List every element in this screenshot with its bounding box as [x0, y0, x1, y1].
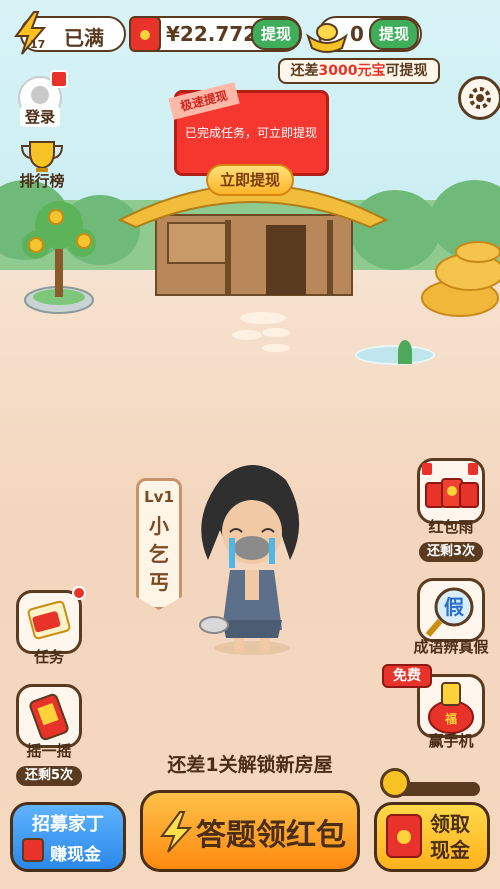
trophy-icon[interactable] [20, 140, 64, 174]
red-envelope-stack-icon [422, 463, 479, 508]
balance-withdraw-button[interactable]: 提现 [251, 18, 301, 50]
hint-prefix: 还差 [290, 63, 319, 79]
red-rain-remaining: 还剩3次 [419, 542, 483, 562]
popup-message: 已完成任务，可立即提现 [184, 126, 317, 140]
red-envelope-rain-button[interactable] [417, 458, 485, 524]
ingot-count: 0 [350, 22, 364, 46]
recruit-label: 招募家丁 [32, 814, 104, 835]
settings-button[interactable] [458, 76, 500, 120]
task-label[interactable]: 任务 [16, 646, 82, 667]
red-envelope-icon [129, 16, 161, 52]
answer-label: 答题领红包 [196, 818, 346, 853]
red-envelope-icon [22, 838, 44, 862]
login-label[interactable]: 登录 [20, 106, 60, 127]
notification-badge [50, 70, 68, 88]
unlock-hint: 还差1关解锁新房屋 [167, 754, 333, 776]
lightning-icon [160, 811, 192, 853]
magnifier-icon: 假 [425, 587, 474, 637]
free-badge: 免费 [382, 664, 432, 688]
money-tree[interactable] [14, 195, 104, 320]
hint-suffix: 可提现 [385, 63, 428, 79]
gear-icon [469, 87, 491, 109]
path-stone [232, 330, 262, 340]
fu-char: 福 [444, 711, 457, 726]
hint-amount: 3000元宝 [318, 63, 386, 79]
phone-shake-icon [29, 693, 69, 741]
shake-remaining: 还剩5次 [16, 766, 82, 786]
hay-bales [421, 241, 500, 317]
grass-tuft [398, 340, 412, 364]
energy-level: 17 [30, 38, 46, 51]
idiom-game-button[interactable]: 假 [417, 578, 485, 642]
character-name: 小乞丐 [149, 514, 169, 594]
win-phone-label[interactable]: 赢手机 [417, 730, 485, 751]
task-button[interactable] [16, 590, 82, 654]
red-envelope-icon [386, 814, 422, 858]
ranking-label[interactable]: 排行榜 [10, 170, 74, 191]
withdraw-now-button[interactable]: 立即提现 [206, 164, 294, 196]
fake-char: 假 [444, 595, 465, 619]
claim-line1: 领取 [430, 812, 470, 836]
red-rain-label[interactable]: 红包雨 [417, 516, 485, 537]
claim-line2: 现金 [430, 838, 470, 862]
idiom-label[interactable]: 成语辨真假 [406, 636, 496, 657]
character-level: Lv1 [144, 488, 174, 506]
shake-button[interactable] [16, 684, 82, 748]
coin-icon [380, 768, 410, 798]
energy-status: 已满 [64, 26, 104, 50]
balance-amount: ¥22.772 [166, 22, 258, 46]
beggar-character[interactable] [190, 460, 315, 660]
shake-label[interactable]: 摇一摇 [16, 740, 82, 761]
earn-label: 赚现金 [50, 845, 101, 865]
withdraw-hint: 还差3000元宝可提现 [278, 58, 440, 84]
task-notification-dot [72, 586, 86, 600]
path-stone [262, 344, 290, 352]
scroll-icon [27, 600, 71, 640]
path-stone [262, 328, 290, 337]
gold-ingot-icon [306, 23, 348, 53]
puddle [355, 345, 435, 365]
ingot-withdraw-button[interactable]: 提现 [369, 18, 419, 50]
path-stone [240, 312, 286, 324]
